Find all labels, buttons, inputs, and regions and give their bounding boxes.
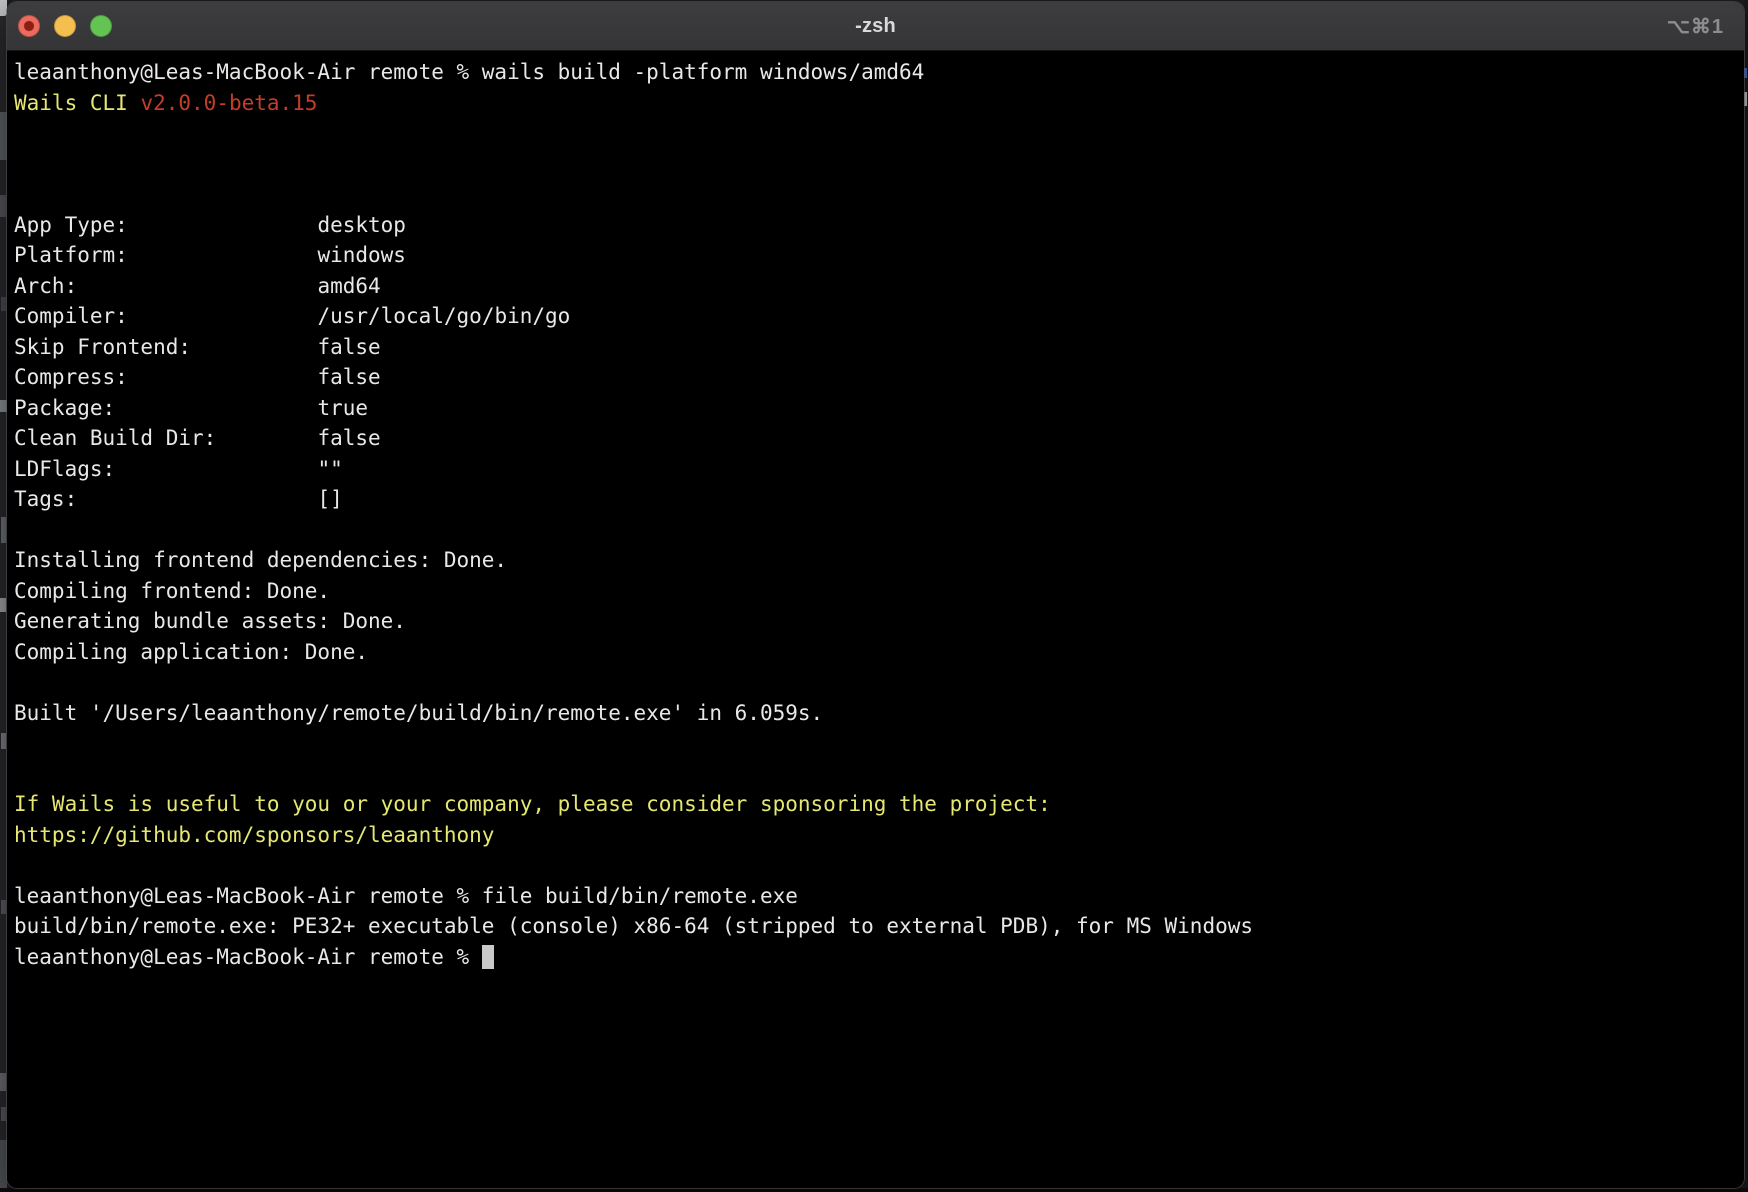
terminal-text: Wails CLI (14, 91, 140, 115)
terminal-text: build/bin/remote.exe: PE32+ executable (… (14, 914, 1253, 938)
terminal-line (14, 667, 1736, 698)
terminal-line: App Type: desktop (14, 210, 1736, 241)
terminal-text: amd64 (317, 274, 380, 298)
terminal-window: -zsh ⌥⌘1 leaanthony@Leas-MacBook-Air rem… (7, 2, 1744, 1188)
background-fragment (1744, 92, 1747, 106)
terminal-line: https://github.com/sponsors/leaanthony (14, 820, 1736, 851)
traffic-lights (18, 2, 112, 50)
terminal-line: If Wails is useful to you or your compan… (14, 789, 1736, 820)
terminal-text: false (317, 365, 380, 389)
terminal-line: leaanthony@Leas-MacBook-Air remote % fil… (14, 881, 1736, 912)
background-fragment (1, 900, 6, 914)
background-fragment (0, 0, 7, 16)
terminal-text: Package: (14, 396, 115, 420)
terminal-line (14, 850, 1736, 881)
terminal-text: leaanthony@Leas-MacBook-Air remote % fil… (14, 884, 798, 908)
terminal-line: Platform: windows (14, 240, 1736, 271)
terminal-text: false (317, 335, 380, 359)
terminal-text: [] (317, 487, 342, 511)
terminal-text: "" (317, 457, 342, 481)
terminal-text: leaanthony@Leas-MacBook-Air remote % wai… (14, 60, 924, 84)
terminal-line (14, 515, 1736, 546)
terminal-text: true (317, 396, 368, 420)
terminal-text: Clean Build Dir: (14, 426, 216, 450)
terminal-text: LDFlags: (14, 457, 115, 481)
terminal-line: leaanthony@Leas-MacBook-Air remote % (14, 942, 1736, 973)
terminal-line (14, 149, 1736, 180)
terminal-line: Generating bundle assets: Done. (14, 606, 1736, 637)
terminal-text: Skip Frontend: (14, 335, 191, 359)
background-window-sliver-right (1744, 0, 1748, 1192)
terminal-text: App Type: (14, 213, 128, 237)
close-button[interactable] (18, 15, 40, 37)
background-fragment (1, 517, 6, 543)
background-fragment (0, 1073, 6, 1091)
background-fragment (0, 400, 7, 412)
terminal-line: Compiling frontend: Done. (14, 576, 1736, 607)
terminal-text: v2.0.0-beta.15 (140, 91, 317, 115)
terminal-line: Skip Frontend: false (14, 332, 1736, 363)
terminal-line: Clean Build Dir: false (14, 423, 1736, 454)
terminal-text: Arch: (14, 274, 77, 298)
terminal-line: Package: true (14, 393, 1736, 424)
background-fragment (0, 112, 7, 160)
terminal-line (14, 728, 1736, 759)
terminal-screen[interactable]: leaanthony@Leas-MacBook-Air remote % wai… (7, 51, 1744, 1188)
terminal-text: Compiling frontend: Done. (14, 579, 330, 603)
terminal-line: Compiling application: Done. (14, 637, 1736, 668)
terminal-text: Installing frontend dependencies: Done. (14, 548, 507, 572)
terminal-line: Built '/Users/leaanthony/remote/build/bi… (14, 698, 1736, 729)
terminal-line: Arch: amd64 (14, 271, 1736, 302)
background-strip-bottom (0, 1188, 1748, 1192)
terminal-line: build/bin/remote.exe: PE32+ executable (… (14, 911, 1736, 942)
terminal-text: Platform: (14, 243, 128, 267)
terminal-text: windows (317, 243, 406, 267)
background-fragment (1, 733, 6, 749)
desktop: -zsh ⌥⌘1 leaanthony@Leas-MacBook-Air rem… (0, 0, 1748, 1192)
terminal-text: /usr/local/go/bin/go (317, 304, 570, 328)
terminal-line (14, 118, 1736, 149)
terminal-line: Tags: [] (14, 484, 1736, 515)
sponsor-link: https://github.com/sponsors/leaanthony (14, 823, 494, 847)
background-fragment (0, 195, 6, 217)
titlebar[interactable]: -zsh ⌥⌘1 (7, 2, 1744, 51)
minimize-button[interactable] (54, 15, 76, 37)
terminal-text: Tags: (14, 487, 77, 511)
background-fragment (0, 598, 6, 612)
terminal-line: Wails CLI v2.0.0-beta.15 (14, 88, 1736, 119)
terminal-line: Compress: false (14, 362, 1736, 393)
terminal-line: Compiler: /usr/local/go/bin/go (14, 301, 1736, 332)
zoom-button[interactable] (90, 15, 112, 37)
terminal-text: leaanthony@Leas-MacBook-Air remote % (14, 945, 482, 969)
terminal-line: leaanthony@Leas-MacBook-Air remote % wai… (14, 57, 1736, 88)
terminal-text: desktop (317, 213, 406, 237)
terminal-text: Built '/Users/leaanthony/remote/build/bi… (14, 701, 823, 725)
background-fragment (1744, 68, 1747, 78)
background-fragment (0, 1140, 7, 1190)
terminal-text: false (317, 426, 380, 450)
background-fragment (1, 297, 6, 311)
terminal-line (14, 759, 1736, 790)
terminal-line: Installing frontend dependencies: Done. (14, 545, 1736, 576)
terminal-text: Compress: (14, 365, 128, 389)
terminal-text: Compiling application: Done. (14, 640, 368, 664)
terminal-line (14, 179, 1736, 210)
terminal-text: Compiler: (14, 304, 128, 328)
terminal-text: If Wails is useful to you or your compan… (14, 792, 1051, 816)
window-shortcut-badge: ⌥⌘1 (1667, 2, 1724, 50)
window-title: -zsh (7, 15, 1744, 38)
terminal-text: Generating bundle assets: Done. (14, 609, 406, 633)
background-fragment (1, 1107, 6, 1121)
background-window-sliver-left (0, 0, 7, 1192)
terminal-line: LDFlags: "" (14, 454, 1736, 485)
terminal-cursor (482, 945, 495, 969)
